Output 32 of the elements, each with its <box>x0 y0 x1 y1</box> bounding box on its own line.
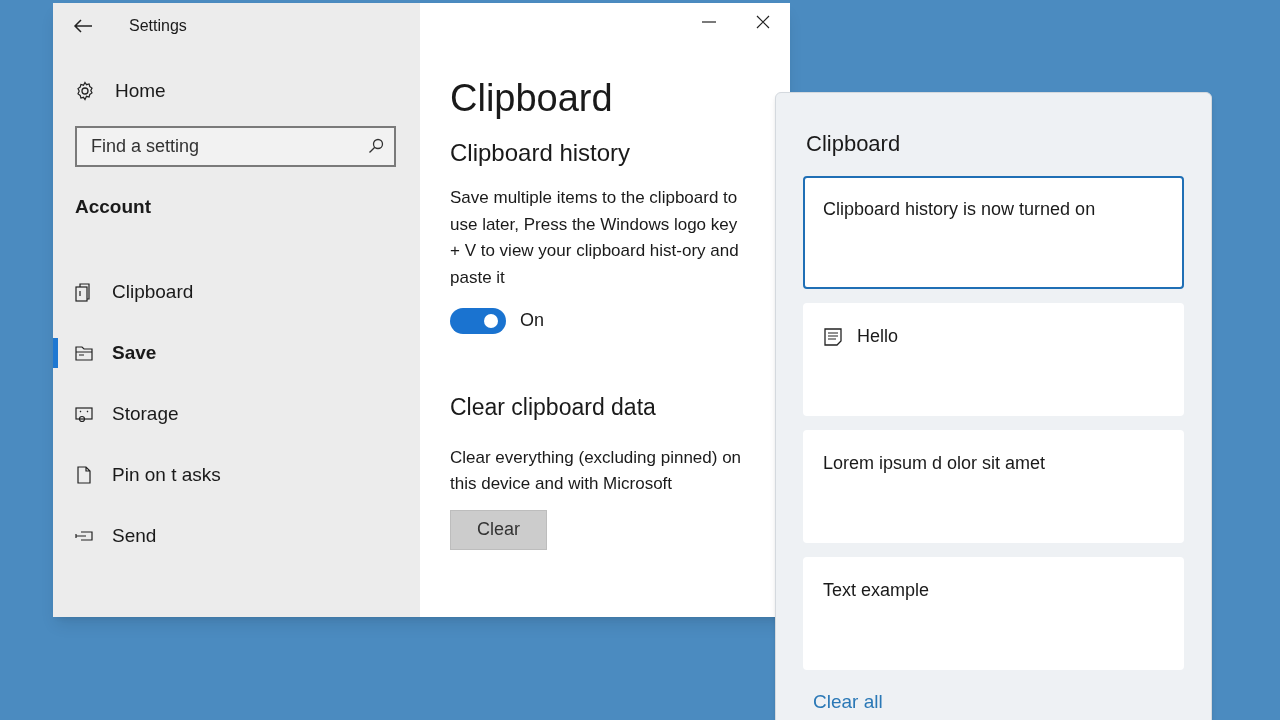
home-link[interactable]: Home <box>75 77 166 106</box>
search-icon <box>368 137 384 154</box>
history-entry-card[interactable]: Clipboard history is now turned on <box>803 176 1184 289</box>
nav-item[interactable]: Save <box>74 338 157 368</box>
nav-item[interactable]: Send <box>74 521 157 551</box>
note-icon <box>823 327 843 347</box>
section-heading: Account <box>75 194 151 219</box>
close-icon[interactable] <box>756 15 770 29</box>
panel-title: Clipboard <box>806 130 901 158</box>
window-title: Settings <box>129 16 187 36</box>
history-entry-card[interactable]: Text example <box>803 557 1184 670</box>
description-text: Clear everything (excluding pinned) on this device and with Microsoft <box>450 446 743 495</box>
selection-indicator <box>53 338 58 368</box>
description-text: Save multiple items to the clipboard to use later, Press the Windows logo key + V to view your clipboard hist-ory and paste it <box>450 187 740 289</box>
toggle-label: On <box>520 309 544 332</box>
back-arrow-icon[interactable] <box>73 19 93 33</box>
clear-all-link[interactable]: Clear all <box>813 688 883 717</box>
monitor-icon <box>74 404 94 424</box>
toggle-switch[interactable] <box>450 307 506 334</box>
history-entry-card[interactable]: Lorem ipsum d olor sit amet <box>803 430 1184 543</box>
section-heading: Clear clipboard data <box>450 393 656 422</box>
folder-icon <box>74 343 94 363</box>
nav-item[interactable]: Pin on t asks <box>74 460 221 490</box>
search-field[interactable]: Find a setting <box>75 125 396 167</box>
section-heading: Clipboard history <box>450 138 631 168</box>
page-icon <box>74 465 94 485</box>
history-entry-card[interactable]: Hello <box>803 303 1184 416</box>
clear-button[interactable]: Clear <box>450 509 547 550</box>
nav-item[interactable]: Storage <box>74 399 179 429</box>
nav-item[interactable]: Clipboard <box>74 277 194 307</box>
page-title: Clipboard <box>450 76 613 121</box>
settings-icon <box>75 81 95 102</box>
